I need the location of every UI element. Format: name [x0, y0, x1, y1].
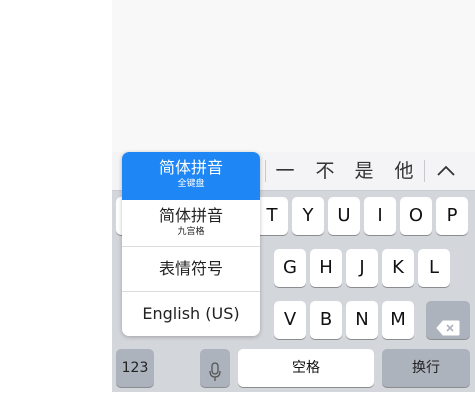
input-method-option[interactable]: 简体拼音 九宫格	[122, 200, 260, 246]
key-h[interactable]: H	[310, 249, 342, 287]
candidate-item[interactable]: 一	[267, 152, 303, 190]
delete-button[interactable]	[426, 301, 470, 339]
key-l[interactable]: L	[418, 249, 450, 287]
option-label: 表情符号	[158, 259, 223, 278]
key-o[interactable]: O	[400, 197, 432, 235]
candidate-divider	[424, 160, 425, 182]
option-sublabel: 全键盘	[177, 179, 205, 189]
mic-button[interactable]	[200, 349, 230, 387]
key-i[interactable]: I	[364, 197, 396, 235]
key-t[interactable]: T	[256, 197, 288, 235]
key-k[interactable]: K	[382, 249, 414, 287]
candidate-item[interactable]: 他	[386, 152, 422, 190]
input-method-option[interactable]: English (US)	[122, 292, 260, 336]
key-b[interactable]: B	[310, 301, 342, 339]
key-g[interactable]: G	[274, 249, 306, 287]
space-key[interactable]: 空格	[238, 349, 374, 387]
candidate-item[interactable]: 是	[346, 152, 382, 190]
candidate-item[interactable]: 不	[307, 152, 343, 190]
globe-key[interactable]	[46, 334, 86, 388]
input-method-menu: 简体拼音 全键盘 简体拼音 九宫格 表情符号 English (US)	[122, 152, 260, 336]
key-p[interactable]: P	[436, 197, 468, 235]
text-area[interactable]	[112, 0, 475, 152]
return-key[interactable]: 换行	[382, 349, 470, 387]
backspace-icon	[436, 312, 460, 350]
option-label: 简体拼音	[158, 206, 223, 225]
input-method-option[interactable]: 简体拼音 全键盘	[122, 152, 260, 200]
key-u[interactable]: U	[328, 197, 360, 235]
option-label: English (US)	[142, 304, 240, 323]
candidate-divider	[265, 160, 266, 182]
key-m[interactable]: M	[382, 301, 414, 339]
input-method-option[interactable]: 表情符号	[122, 247, 260, 291]
microphone-icon	[209, 358, 221, 392]
key-y[interactable]: Y	[292, 197, 324, 235]
key-n[interactable]: N	[346, 301, 378, 339]
chevron-up-icon[interactable]	[432, 163, 460, 183]
option-sublabel: 九宫格	[177, 227, 205, 237]
key-j[interactable]: J	[346, 249, 378, 287]
numbers-key[interactable]: 123	[116, 349, 154, 387]
key-v[interactable]: V	[274, 301, 306, 339]
option-label: 简体拼音	[158, 158, 223, 177]
